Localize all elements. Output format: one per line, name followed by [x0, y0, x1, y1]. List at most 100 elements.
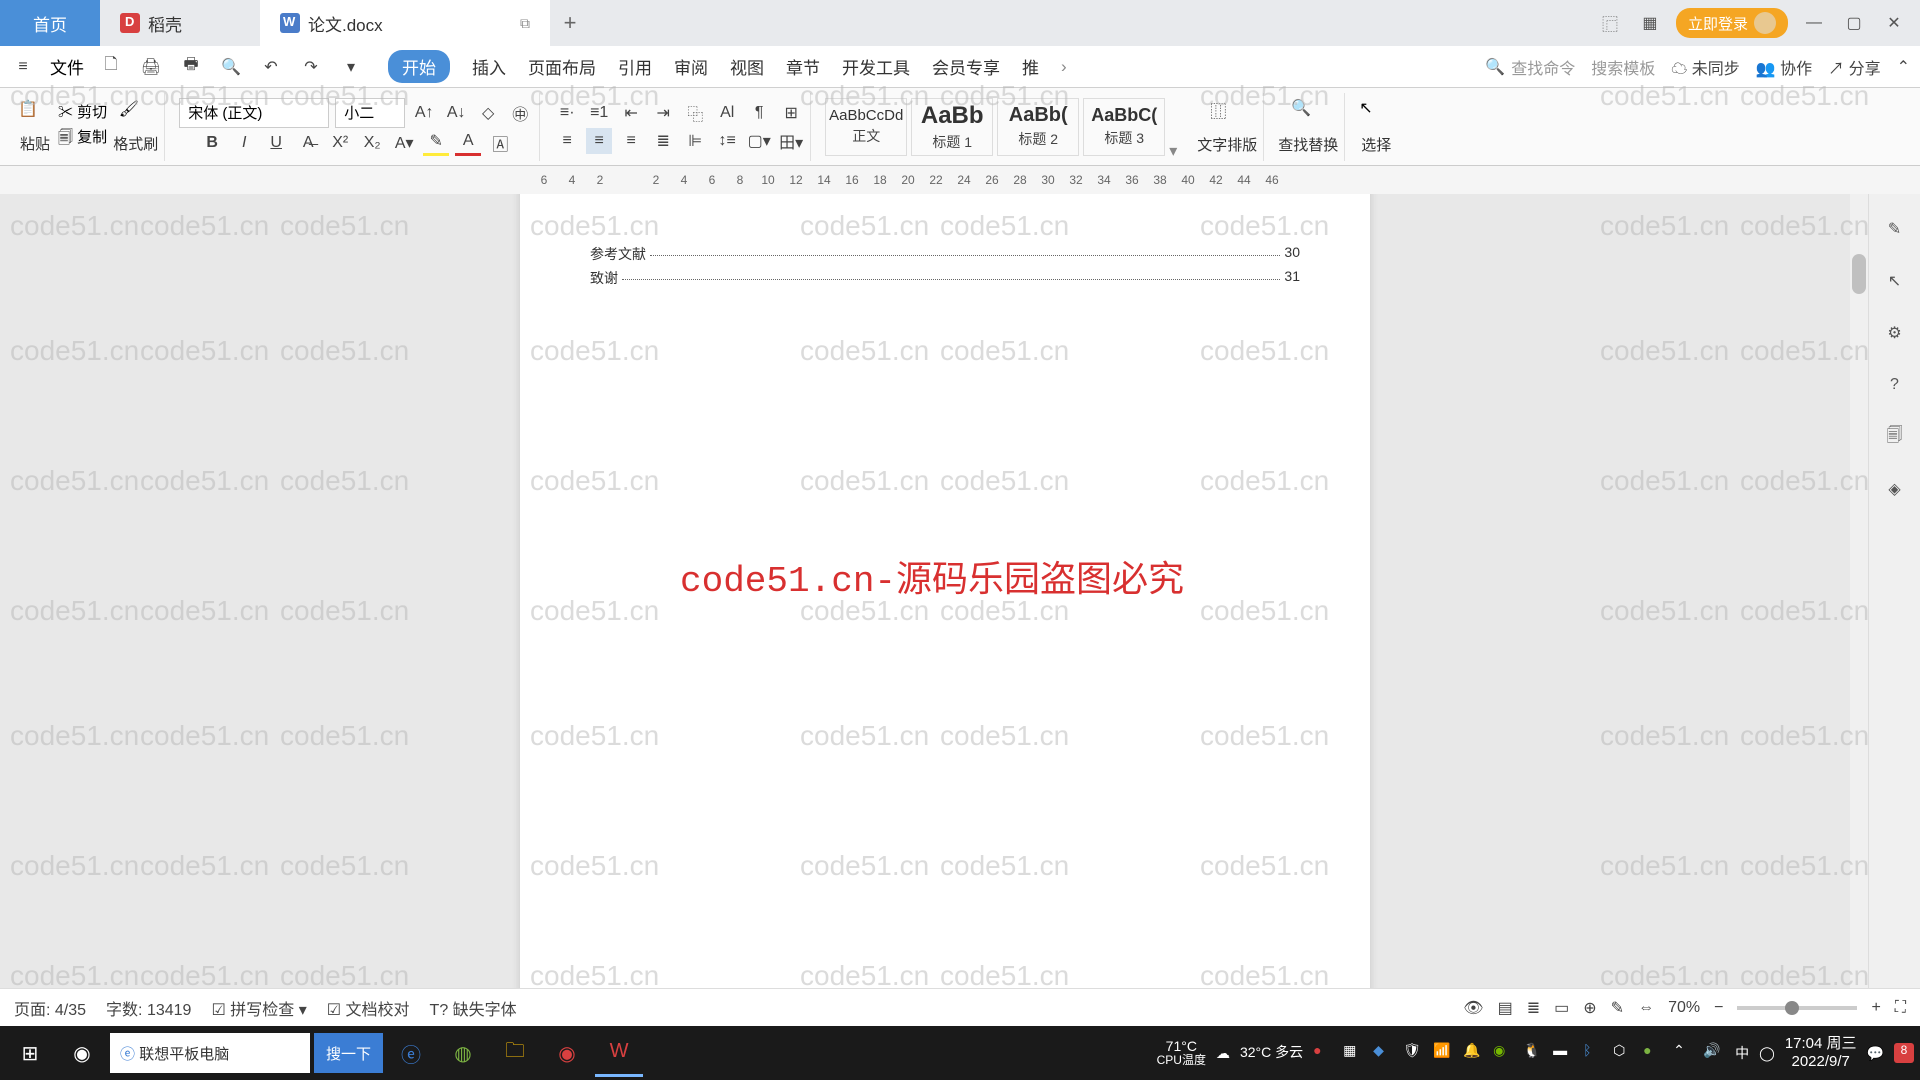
horizontal-ruler[interactable]: 6422468101214161820222426283032343638404…: [0, 166, 1920, 194]
style-heading2[interactable]: AaBb( 标题 2: [997, 98, 1079, 156]
menu-tab-review[interactable]: 审阅: [674, 54, 708, 79]
qat-dropdown-icon[interactable]: ▾: [338, 54, 364, 80]
copy-button[interactable]: 🗐 复制: [58, 126, 107, 152]
style-heading1[interactable]: AaBb 标题 1: [911, 98, 993, 156]
menu-tab-chapter[interactable]: 章节: [786, 54, 820, 79]
superscript-icon[interactable]: X²: [327, 130, 353, 156]
file-menu[interactable]: 文件: [50, 54, 84, 79]
select-icon[interactable]: ↖: [1359, 98, 1393, 132]
numbering-icon[interactable]: ≡1: [586, 100, 612, 126]
status-missing-font[interactable]: T? 缺失字体: [430, 996, 517, 1020]
qat-doc-icon[interactable]: 🗋: [98, 54, 124, 80]
tray-wifi-icon[interactable]: 📶: [1433, 1042, 1455, 1064]
strikethrough-icon[interactable]: A̶: [295, 130, 321, 156]
qat-save-icon[interactable]: 🖨: [138, 54, 164, 80]
zoom-out-button[interactable]: −: [1714, 999, 1723, 1017]
menu-tab-insert[interactable]: 插入: [472, 54, 506, 79]
close-button[interactable]: ✕: [1880, 9, 1908, 37]
task-view-icon[interactable]: ◉: [58, 1029, 106, 1077]
start-button[interactable]: ⊞: [6, 1029, 54, 1077]
layout-icon[interactable]: ⿸: [1596, 9, 1624, 37]
tray-icon-2[interactable]: ▦: [1343, 1042, 1365, 1064]
fit-width-icon[interactable]: ⇔: [1638, 999, 1654, 1017]
document-canvas[interactable]: 参考文献 30 致谢 31: [0, 194, 1868, 1026]
showmarks-icon[interactable]: ¶: [746, 100, 772, 126]
tray-badge-icon[interactable]: 8: [1894, 1043, 1914, 1063]
status-page[interactable]: 页面: 4/35: [14, 996, 86, 1020]
borders-icon[interactable]: 田▾: [778, 128, 804, 154]
highlight-icon[interactable]: ✎: [423, 130, 449, 156]
qat-redo-icon[interactable]: ↷: [298, 54, 324, 80]
qat-preview-icon[interactable]: 🔍: [218, 54, 244, 80]
taskbar-search-button[interactable]: 搜一下: [314, 1033, 383, 1073]
vertical-scrollbar[interactable]: [1850, 194, 1868, 1026]
action-center-icon[interactable]: 💬: [1867, 1045, 1884, 1062]
line-spacing-icon[interactable]: ↕≡: [714, 128, 740, 154]
collab-button[interactable]: 👥 协作: [1756, 55, 1812, 79]
menu-tab-view[interactable]: 视图: [730, 54, 764, 79]
menu-tab-start[interactable]: 开始: [388, 50, 450, 83]
styles-more-icon[interactable]: ▾: [1169, 141, 1177, 161]
align-center-icon[interactable]: ≡: [586, 128, 612, 154]
tray-network-icon[interactable]: ◯: [1759, 1045, 1775, 1062]
tb-app1-icon[interactable]: ◉: [543, 1029, 591, 1077]
pointer-tool-icon[interactable]: ↖: [1880, 266, 1910, 296]
format-painter-icon[interactable]: 🖌: [119, 99, 153, 133]
status-spellcheck[interactable]: ☑ 拼写检查 ▾: [211, 996, 306, 1020]
menu-tab-more[interactable]: 推: [1022, 54, 1039, 79]
indent-increase-icon[interactable]: ⇥: [650, 100, 676, 126]
tb-explorer-icon[interactable]: 🗀: [491, 1029, 539, 1077]
settings-slider-icon[interactable]: ⚙: [1880, 318, 1910, 348]
ime-indicator[interactable]: 中: [1735, 1043, 1749, 1063]
template-search[interactable]: 搜索模板: [1591, 55, 1655, 79]
apps-icon[interactable]: ▦: [1636, 9, 1664, 37]
tray-usb-icon[interactable]: ⬡: [1613, 1042, 1635, 1064]
subscript-icon[interactable]: X₂: [359, 130, 385, 156]
tray-icon-12[interactable]: ●: [1643, 1042, 1665, 1064]
help-icon[interactable]: ?: [1880, 370, 1910, 400]
weather-icon[interactable]: ☁: [1216, 1045, 1230, 1062]
align-justify-icon[interactable]: ≣: [650, 128, 676, 154]
style-heading3[interactable]: AaBbC( 标题 3: [1083, 98, 1165, 156]
menu-collapse-icon[interactable]: ⌃: [1897, 57, 1910, 77]
taskbar-search[interactable]: ⓔ 联想平板电脑: [110, 1033, 310, 1073]
command-search[interactable]: 🔍 查找命令: [1485, 55, 1575, 79]
menu-tab-devtools[interactable]: 开发工具: [842, 54, 910, 79]
tabsym-icon[interactable]: ⊞: [778, 100, 804, 126]
tab-home[interactable]: 首页: [0, 0, 100, 46]
menu-tab-layout[interactable]: 页面布局: [528, 54, 596, 79]
shading-icon[interactable]: ▢▾: [746, 128, 772, 154]
view-web-icon[interactable]: ⊕: [1583, 998, 1596, 1018]
scrollbar-thumb[interactable]: [1852, 254, 1866, 294]
translate-icon[interactable]: 🗐: [1880, 422, 1910, 452]
lightbulb-icon[interactable]: ◈: [1880, 474, 1910, 504]
font-color-icon[interactable]: A: [455, 130, 481, 156]
underline-icon[interactable]: U: [263, 130, 289, 156]
tray-icon-3[interactable]: ◆: [1373, 1042, 1395, 1064]
document-page[interactable]: 参考文献 30 致谢 31: [520, 194, 1370, 1026]
view-edit-icon[interactable]: ✎: [1611, 998, 1624, 1018]
style-body[interactable]: AaBbCcDd 正文: [825, 98, 907, 156]
taskbar-clock[interactable]: 17:04 周三 2022/9/7: [1785, 1035, 1857, 1071]
tab-add-button[interactable]: +: [550, 10, 590, 36]
align-distribute-icon[interactable]: ⊫: [682, 128, 708, 154]
fullscreen-icon[interactable]: ⛶: [1895, 999, 1906, 1017]
italic-icon[interactable]: I: [231, 130, 257, 156]
clear-format-icon[interactable]: ◇: [475, 100, 501, 126]
login-button[interactable]: 立即登录: [1676, 8, 1788, 38]
char-border-icon[interactable]: 🄰: [487, 130, 513, 156]
zoom-slider[interactable]: [1737, 1006, 1857, 1010]
font-name-combo[interactable]: 宋体 (正文): [179, 98, 329, 128]
phonetic-icon[interactable]: ㊥: [507, 100, 533, 126]
menu-tab-ref[interactable]: 引用: [618, 54, 652, 79]
pen-tool-icon[interactable]: ✎: [1880, 214, 1910, 244]
view-page-icon[interactable]: ▤: [1498, 998, 1513, 1018]
text-effect-icon[interactable]: A▾: [391, 130, 417, 156]
tray-icon-1[interactable]: ●: [1313, 1042, 1335, 1064]
tray-notif-icon[interactable]: 🔔: [1463, 1042, 1485, 1064]
zoom-in-button[interactable]: +: [1871, 999, 1880, 1017]
tab-document[interactable]: 论文.docx ⧉: [260, 0, 550, 46]
menu-overflow-icon[interactable]: ›: [1061, 57, 1067, 77]
qat-undo-icon[interactable]: ↶: [258, 54, 284, 80]
hamburger-icon[interactable]: ≡: [10, 54, 36, 80]
